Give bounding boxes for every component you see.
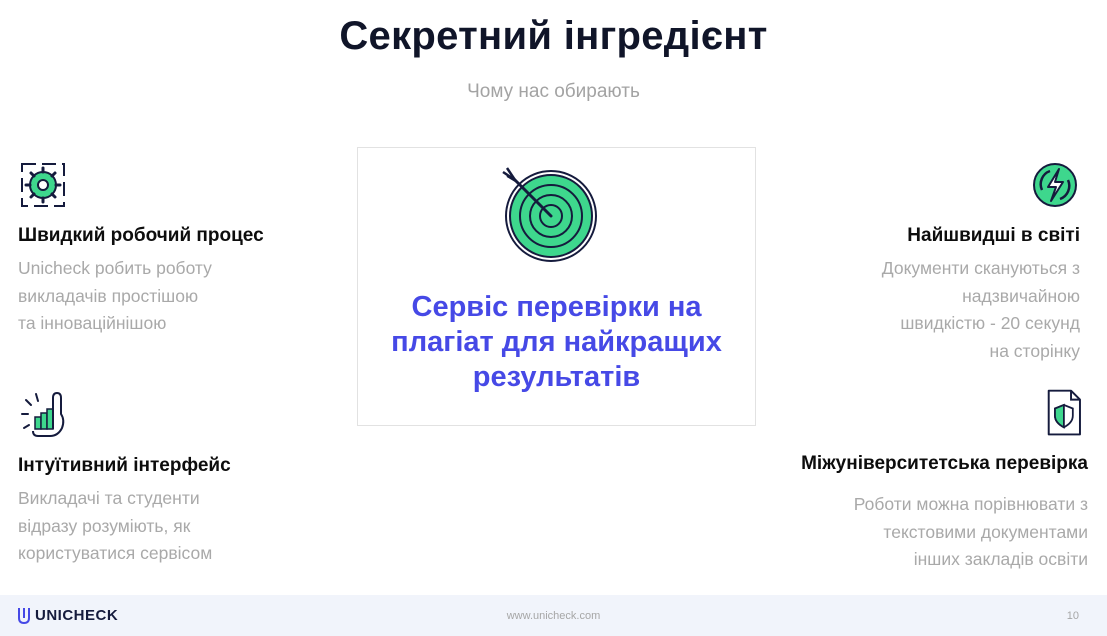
- feature-title: Швидкий робочий процес: [18, 225, 264, 246]
- feature-title: Інтуїтивний інтерфейс: [18, 455, 231, 476]
- lightning-icon: [1033, 163, 1077, 207]
- feature-description: Роботи можна порівнювати з текстовими до…: [853, 494, 1088, 569]
- shield-document-icon: [1047, 389, 1081, 436]
- center-headline: Сервіс перевірки на плагіат для найкращи…: [391, 291, 722, 393]
- feature-description: Unicheck робить роботу викладачів прості…: [18, 258, 212, 333]
- center-card: Сервіс перевірки на плагіат для найкращи…: [357, 147, 756, 426]
- feature-fast-workflow: Швидкий робочий процес Unicheck робить р…: [18, 160, 338, 338]
- feature-title: Міжуніверситетська перевірка: [801, 453, 1088, 474]
- feature-inter-university: Міжуніверситетська перевірка Роботи можн…: [728, 388, 1088, 574]
- page-subtitle: Чому нас обирають: [467, 81, 640, 102]
- feature-intuitive: Інтуїтивний інтерфейс Викладачі та студе…: [18, 390, 338, 568]
- target-icon: [502, 167, 597, 262]
- page-title: Секретний інгредієнт: [339, 14, 768, 58]
- feature-description: Документи скануються з надзвичайною швид…: [881, 258, 1080, 361]
- gear-cycle-icon: [21, 163, 65, 207]
- feature-description: Викладачі та студенти відразу розуміють,…: [18, 488, 213, 563]
- footer: UNICHECK www.unicheck.com 10: [0, 595, 1107, 636]
- feature-title: Найшвидші в світі: [907, 225, 1080, 246]
- hand-chart-icon: [21, 391, 65, 437]
- footer-url[interactable]: www.unicheck.com: [0, 610, 1107, 622]
- page-number: 10: [1066, 610, 1079, 622]
- feature-fastest: Найшвидші в світі Документи скануються з…: [760, 160, 1080, 365]
